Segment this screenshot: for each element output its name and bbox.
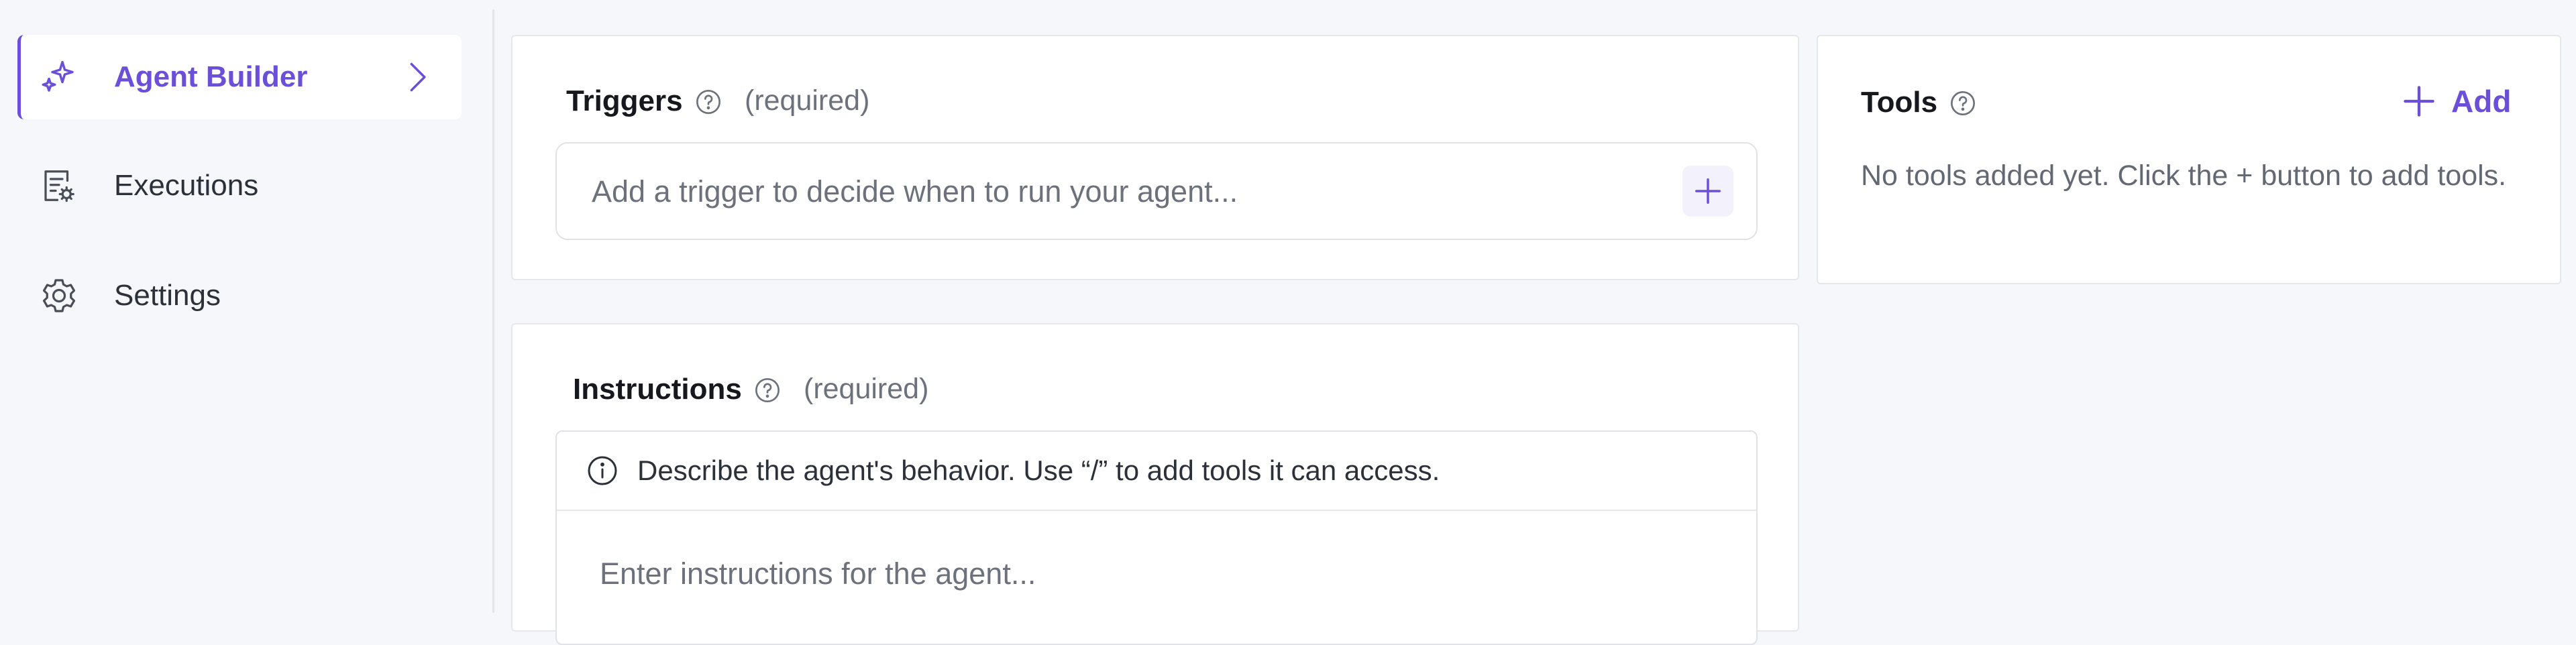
sidebar: Agent Builder Executions Settings: [0, 0, 492, 613]
sidebar-item-settings[interactable]: Settings: [17, 253, 462, 338]
sidebar-item-agent-builder[interactable]: Agent Builder: [17, 35, 462, 119]
instructions-title: Instructions: [573, 373, 742, 406]
gear-icon: [42, 279, 76, 312]
executions-icon: [44, 170, 74, 202]
sparkle-icon: [42, 60, 74, 92]
add-tool-button[interactable]: Add: [2402, 83, 2511, 119]
triggers-title: Triggers: [566, 84, 683, 117]
help-icon[interactable]: [695, 89, 722, 115]
required-label: (required): [804, 373, 929, 405]
instructions-hint: Describe the agent's behavior. Use “/” t…: [586, 452, 1440, 489]
sidebar-divider: [492, 9, 494, 613]
plus-icon: [1695, 178, 1721, 204]
trigger-input[interactable]: Add a trigger to decide when to run your…: [555, 142, 1758, 240]
triggers-card: Triggers (required) Add a trigger to dec…: [511, 35, 1799, 280]
trigger-placeholder: Add a trigger to decide when to run your…: [592, 174, 1238, 209]
instructions-placeholder: Enter instructions for the agent...: [600, 556, 1036, 591]
add-tool-label: Add: [2451, 84, 2512, 119]
tools-title: Tools: [1861, 86, 1938, 119]
plus-icon: [2404, 86, 2434, 117]
add-trigger-button[interactable]: [1682, 166, 1733, 217]
help-icon[interactable]: [754, 377, 781, 404]
info-icon: [588, 456, 617, 485]
sidebar-item-label: Settings: [114, 279, 221, 312]
help-icon[interactable]: [1949, 90, 1976, 117]
instructions-editor[interactable]: Describe the agent's behavior. Use “/” t…: [555, 430, 1758, 645]
instructions-card: Instructions (required) Describe the age…: [511, 323, 1799, 645]
sidebar-item-label: Agent Builder: [114, 60, 308, 93]
sidebar-item-label: Executions: [114, 169, 259, 202]
chevron-right-icon[interactable]: [400, 60, 435, 95]
required-label: (required): [745, 84, 870, 117]
tools-empty-text: No tools added yet. Click the + button t…: [1861, 160, 2507, 192]
divider: [557, 510, 1756, 511]
instructions-hint-text: Describe the agent's behavior. Use “/” t…: [637, 455, 1440, 486]
sidebar-item-executions[interactable]: Executions: [17, 143, 462, 228]
tools-card: Tools Add No tools added yet. Click the …: [1817, 35, 2561, 284]
